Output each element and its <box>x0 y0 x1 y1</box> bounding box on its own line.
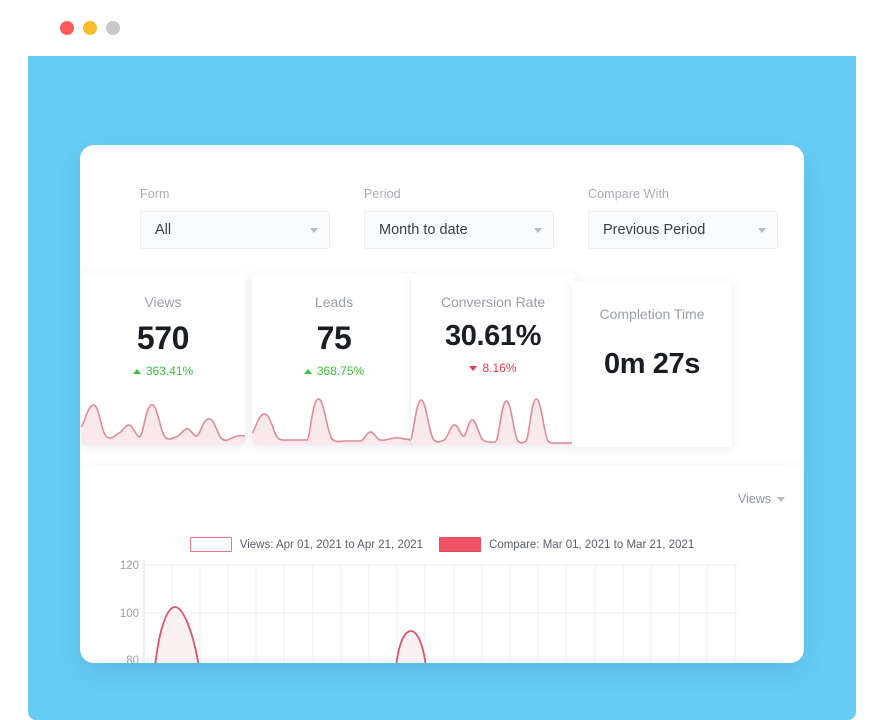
chart-y-axis: 120 100 80 <box>105 559 139 663</box>
browser-viewport: Form All Period Month to date <box>28 56 856 720</box>
chart-card: Views Views: Apr 01, 2021 to Apr 21, 202… <box>81 467 803 663</box>
filter-bar: Form All Period Month to date <box>80 145 804 265</box>
filter-compare-with-value: Previous Period <box>589 223 705 238</box>
filter-period-select[interactable]: Month to date <box>364 211 554 249</box>
legend-swatch-outline-icon <box>190 537 232 552</box>
filter-form-value: All <box>141 223 171 238</box>
kpi-card-row: Views 570 363.41% Leads 75 <box>80 273 804 455</box>
y-tick-label: 100 <box>120 609 139 621</box>
close-red-icon[interactable] <box>60 21 74 35</box>
legend-swatch-solid-icon <box>439 537 481 552</box>
maximize-grey-icon[interactable] <box>106 21 120 35</box>
kpi-delta-value: 363.41% <box>146 364 193 378</box>
kpi-value: 0m 27s <box>572 350 732 379</box>
arrow-up-icon <box>133 369 141 374</box>
sparkline-views <box>81 393 245 445</box>
filter-period-label: Period <box>364 187 554 201</box>
filter-compare-with: Compare With Previous Period <box>588 187 778 249</box>
kpi-card-leads[interactable]: Leads 75 368.75% <box>252 273 416 445</box>
kpi-card-completion-time[interactable]: Completion Time 0m 27s <box>572 281 732 447</box>
chart-metric-label: Views <box>738 492 771 506</box>
kpi-title: Completion Time <box>572 306 732 322</box>
minimize-yellow-icon[interactable] <box>83 21 97 35</box>
filter-period: Period Month to date <box>364 187 554 249</box>
kpi-title: Views <box>81 294 245 310</box>
chevron-down-icon <box>777 497 785 502</box>
sparkline-leads <box>252 393 416 445</box>
chevron-down-icon <box>534 228 542 233</box>
kpi-card-conversion-rate[interactable]: Conversion Rate 30.61% 8.16% <box>411 273 575 445</box>
legend-item-views[interactable]: Views: Apr 01, 2021 to Apr 21, 2021 <box>190 537 423 552</box>
kpi-value: 75 <box>252 322 416 354</box>
y-tick-label: 120 <box>120 561 139 573</box>
dashboard-panel: Form All Period Month to date <box>80 145 804 663</box>
filter-form-select[interactable]: All <box>140 211 330 249</box>
filter-form-label: Form <box>140 187 330 201</box>
chart-gridlines <box>143 559 739 663</box>
kpi-delta: 8.16% <box>411 361 575 375</box>
kpi-title: Leads <box>252 294 416 310</box>
filter-compare-with-select[interactable]: Previous Period <box>588 211 778 249</box>
filter-form: Form All <box>140 187 330 249</box>
chart-legend: Views: Apr 01, 2021 to Apr 21, 2021 Comp… <box>81 537 803 552</box>
screenshot-root: Form All Period Month to date <box>0 0 884 720</box>
y-tick-label: 80 <box>126 656 139 663</box>
kpi-title: Conversion Rate <box>411 294 575 310</box>
kpi-value: 30.61% <box>411 322 575 351</box>
chart-line-svg <box>143 559 739 663</box>
kpi-value: 570 <box>81 322 245 354</box>
arrow-up-icon <box>304 369 312 374</box>
browser-window: Form All Period Month to date <box>28 0 856 720</box>
kpi-delta-value: 8.16% <box>482 361 516 375</box>
filter-compare-with-label: Compare With <box>588 187 778 201</box>
chevron-down-icon <box>310 228 318 233</box>
chart-plot-area: 120 100 80 <box>81 559 803 663</box>
filter-period-value: Month to date <box>365 223 468 238</box>
kpi-delta: 363.41% <box>81 364 245 378</box>
legend-label: Views: Apr 01, 2021 to Apr 21, 2021 <box>240 539 423 551</box>
kpi-card-views[interactable]: Views 570 363.41% <box>81 273 245 445</box>
legend-label: Compare: Mar 01, 2021 to Mar 21, 2021 <box>489 539 694 551</box>
sparkline-conversion-rate <box>411 393 575 445</box>
legend-item-compare[interactable]: Compare: Mar 01, 2021 to Mar 21, 2021 <box>439 537 694 552</box>
arrow-down-icon <box>469 366 477 371</box>
browser-titlebar <box>28 0 856 56</box>
chart-metric-selector[interactable]: Views <box>738 492 785 506</box>
traffic-light-group <box>60 21 120 35</box>
kpi-delta: 368.75% <box>252 364 416 378</box>
kpi-delta-value: 368.75% <box>317 364 364 378</box>
chevron-down-icon <box>758 228 766 233</box>
